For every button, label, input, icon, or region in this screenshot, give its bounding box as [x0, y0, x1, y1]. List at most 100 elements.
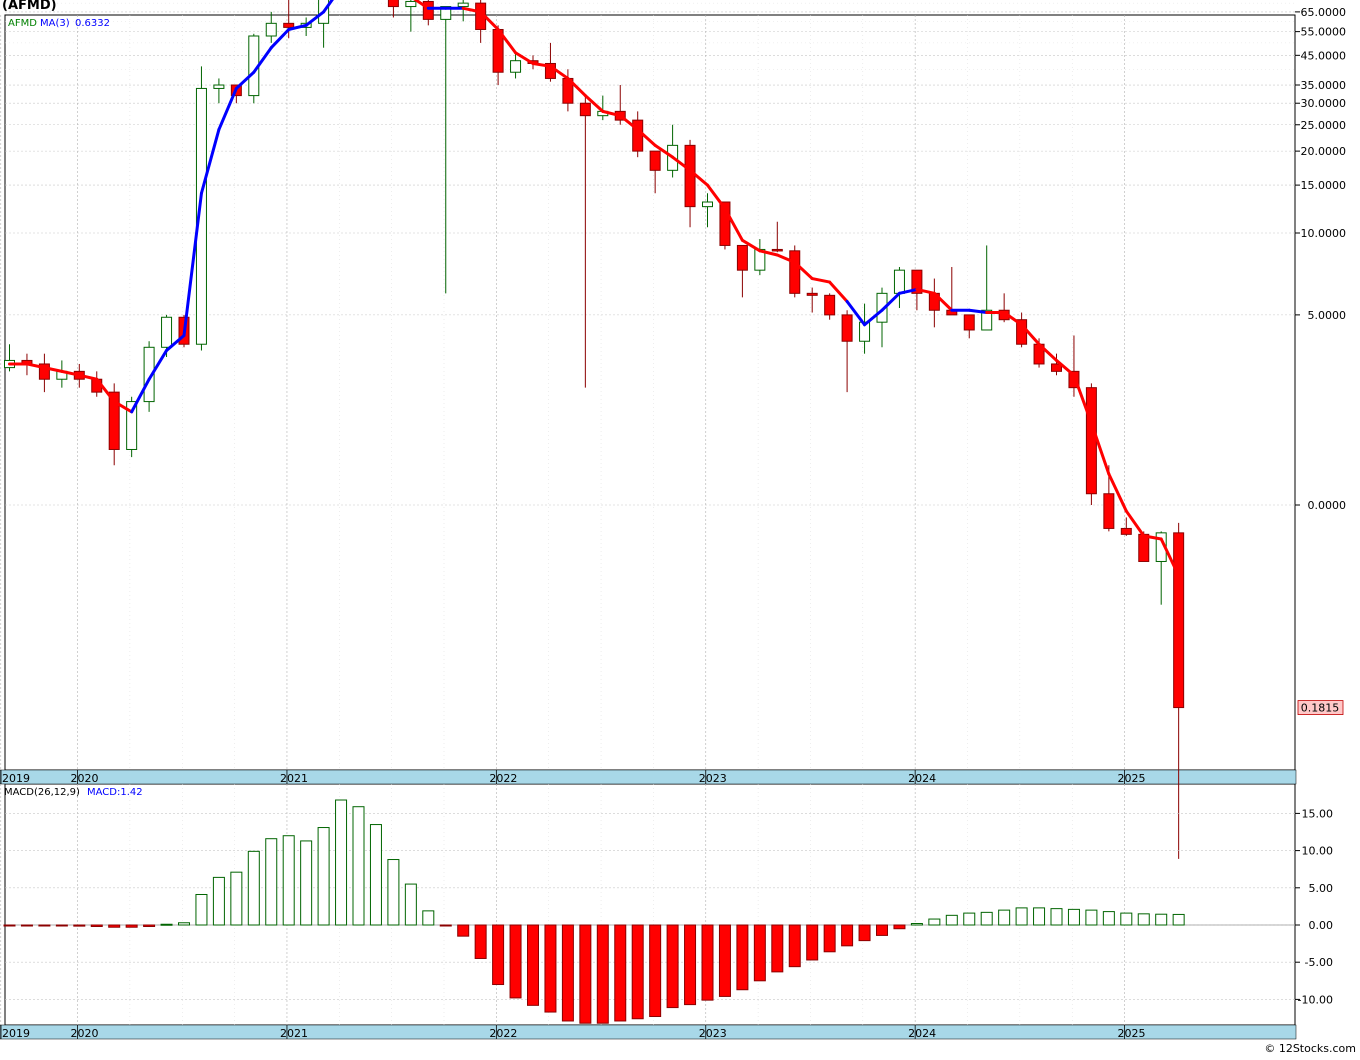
- candle-body: [387, 0, 399, 8]
- macd-bar: [335, 799, 348, 926]
- candle-body: [161, 316, 173, 348]
- macd-tick-label: -5.00: [1305, 956, 1333, 969]
- candle-body: [1085, 387, 1097, 495]
- candle-body: [457, 2, 469, 8]
- macd-bar: [823, 924, 836, 953]
- price-tick-label: 10.0000: [1301, 227, 1347, 240]
- candle-body: [789, 250, 801, 294]
- macd-bar: [544, 924, 557, 1013]
- macd-bar: [178, 922, 190, 926]
- price-tick-label: 55.0000: [1301, 26, 1347, 39]
- macd-bar: [701, 924, 714, 1001]
- candle-body: [283, 22, 295, 28]
- candle-body: [736, 244, 748, 271]
- macd-bar: [579, 924, 592, 1024]
- macd-bar: [684, 924, 697, 1006]
- last-price-label: 0.1815: [1301, 702, 1340, 715]
- macd-bar: [649, 924, 662, 1018]
- macd-bar: [527, 924, 539, 1006]
- candle-body: [806, 292, 818, 296]
- macd-bar: [1172, 913, 1185, 926]
- macd-bar: [1102, 911, 1115, 926]
- legend-ma-label: MA(3): [40, 18, 70, 29]
- macd-year-label: 2020: [71, 1027, 99, 1040]
- price-year-label: 2021: [280, 772, 308, 785]
- macd-bar: [125, 924, 138, 928]
- macd-bar: [963, 912, 976, 926]
- chart-root: (AFMD) 110.000095.000080.000065.000055.0…: [0, 0, 1360, 1056]
- macd-bar: [55, 924, 68, 927]
- macd-bar: [1137, 913, 1150, 926]
- macd-year-label: 2021: [280, 1027, 308, 1040]
- macd-bar: [265, 838, 278, 926]
- price-tick-label: 65.0000: [1301, 6, 1347, 19]
- candle-body: [771, 248, 783, 252]
- price-year-label: 2022: [489, 772, 517, 785]
- macd-bar: [1120, 912, 1133, 926]
- macd-legend-label: MACD(26,12,9): [4, 787, 80, 798]
- macd-year-label: 2023: [699, 1027, 727, 1040]
- macd-tick-label: 5.00: [1309, 882, 1334, 895]
- macd-bar: [1155, 913, 1168, 926]
- macd-bar: [369, 824, 382, 926]
- price-year-label: 2020: [71, 772, 99, 785]
- macd-legend-value: MACD:1.42: [87, 787, 143, 798]
- macd-bar: [806, 924, 819, 961]
- macd-tick-label: 15.00: [1302, 807, 1334, 820]
- candle-body: [824, 294, 836, 316]
- macd-bar: [998, 909, 1011, 926]
- macd-bar: [509, 924, 522, 999]
- candle-body: [213, 84, 225, 89]
- macd-bar: [771, 924, 784, 973]
- price-date-axis-band: [0, 769, 1297, 785]
- candle-body: [963, 314, 975, 331]
- macd-bar: [195, 893, 208, 926]
- macd-date-axis-band: [0, 1024, 1297, 1040]
- macd-bar: [457, 924, 470, 937]
- macd-bar: [282, 835, 295, 926]
- macd-bar: [247, 850, 260, 926]
- macd-tick-label: 0.00: [1309, 919, 1334, 932]
- macd-bar: [38, 924, 51, 927]
- macd-bar: [160, 923, 173, 926]
- macd-bar: [212, 876, 225, 926]
- candle-body: [1103, 493, 1115, 529]
- macd-bar: [404, 883, 417, 926]
- candle-body: [841, 314, 853, 342]
- macd-bar: [753, 924, 766, 982]
- macd-bar: [387, 859, 400, 926]
- candle-body: [510, 60, 522, 73]
- chart-title: (AFMD): [2, 0, 57, 13]
- price-tick-label: 15.0000: [1301, 179, 1347, 192]
- candle-body: [1138, 533, 1150, 562]
- macd-bar: [718, 924, 731, 997]
- macd-year-label: 2024: [908, 1027, 936, 1040]
- candle-body: [1120, 527, 1132, 535]
- macd-bar: [474, 924, 487, 959]
- macd-tick-label: -10.00: [1298, 993, 1333, 1006]
- price-tick-label: 20.0000: [1301, 145, 1347, 158]
- macd-bar: [143, 924, 156, 927]
- macd-bar: [876, 924, 888, 936]
- macd-bar: [1033, 907, 1046, 926]
- macd-bar: [945, 914, 958, 926]
- macd-bar: [108, 924, 121, 928]
- price-tick-label: 0.0000: [1308, 499, 1347, 512]
- price-tick-label: 45.0000: [1301, 49, 1347, 62]
- candle-body: [893, 269, 905, 294]
- candle-body: [649, 150, 661, 171]
- price-tick-label: 30.0000: [1301, 97, 1347, 110]
- macd-bar: [300, 840, 313, 926]
- macd-bar: [614, 924, 627, 1022]
- macd-bar: [561, 924, 574, 1022]
- macd-bar: [3, 924, 16, 927]
- macd-year-label: 2025: [1118, 1027, 1146, 1040]
- candle-body: [684, 144, 696, 208]
- macd-bar: [90, 924, 103, 927]
- price-year-label: 2024: [908, 772, 936, 785]
- legend-ma-value: 0.6332: [75, 18, 110, 29]
- macd-bar: [439, 924, 452, 927]
- macd-bar: [893, 924, 906, 930]
- price-tick-label: 5.0000: [1308, 309, 1347, 322]
- macd-bar: [928, 918, 941, 926]
